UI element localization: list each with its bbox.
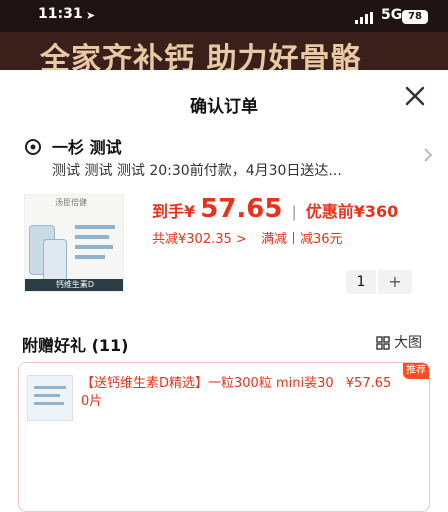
original-price: ¥360 xyxy=(353,202,399,221)
increment-button[interactable]: + xyxy=(378,270,412,294)
promo-row[interactable]: 共减¥302.35 > 满减 减36元 xyxy=(152,228,343,247)
thumb-caption: 钙维生素D xyxy=(25,279,123,291)
coupon-a: 满减 xyxy=(260,232,287,247)
gift-name-tail: mini装30 xyxy=(275,376,334,391)
signal-icon xyxy=(355,12,377,24)
banner-headline: 全家齐补钙 助力好骨骼 xyxy=(40,42,362,70)
price-label: 到手 xyxy=(152,202,185,221)
sheet-title: 确认订单 xyxy=(190,97,258,117)
thumb-brand-text: 汤臣倍健 xyxy=(55,198,87,207)
price-currency: ¥ xyxy=(184,202,196,221)
close-icon[interactable] xyxy=(401,82,429,110)
coupon-b: 减36元 xyxy=(299,232,343,247)
location-pin-icon xyxy=(25,139,41,155)
gift-name-line2: 0片 xyxy=(81,394,103,409)
grid-view-icon[interactable] xyxy=(376,336,390,350)
final-price: 57.65 xyxy=(200,194,283,224)
price-separator: | xyxy=(291,203,297,221)
address-name[interactable]: 一杉 测试 xyxy=(52,134,122,158)
bottle-image xyxy=(43,239,67,283)
discount-total[interactable]: 共减¥302.35 > xyxy=(152,232,247,247)
battery-icon: 78 xyxy=(402,10,428,24)
status-bar: 11:31 ➤ 5G 78 xyxy=(0,0,448,32)
gift-item-card[interactable]: 推荐 【送钙维生素D精选】一粒300粒 mini装30 ¥57.65 0片 xyxy=(18,362,430,512)
divider xyxy=(292,232,294,244)
network-label: 5G xyxy=(381,7,403,23)
chevron-right-icon[interactable] xyxy=(422,146,434,164)
original-price-label: 优惠前 xyxy=(305,202,354,221)
address-detail[interactable]: 测试 测试 测试 20:30前付款，4月30日送达... xyxy=(52,160,412,180)
product-thumbnail[interactable]: 汤臣倍健 钙维生素D xyxy=(24,194,124,292)
section-title-text: 附赠好礼 xyxy=(22,336,87,355)
gift-price: ¥57.65 xyxy=(345,376,392,391)
section-count: (11) xyxy=(91,336,129,355)
status-time: 11:31 xyxy=(38,6,83,22)
gift-name: 【送钙维生素D精选】一粒300粒 xyxy=(81,376,272,391)
section-title: 附赠好礼 (11) xyxy=(22,332,128,356)
quantity-stepper[interactable]: 1 + xyxy=(346,270,416,294)
price-row: 到手¥ 57.65 | 优惠前¥360 xyxy=(152,194,398,224)
quantity-value[interactable]: 1 xyxy=(346,270,376,294)
location-arrow-icon: ➤ xyxy=(86,9,96,22)
order-confirm-sheet: 确认订单 一杉 测试 测试 测试 测试 20:30前付款，4月30日送达... … xyxy=(0,70,448,512)
store-banner: 全家齐补钙 助力好骨骼 xyxy=(0,32,448,70)
gift-thumbnail xyxy=(27,375,73,421)
gift-description: 【送钙维生素D精选】一粒300粒 mini装30 ¥57.65 0片 xyxy=(81,375,411,411)
large-view-toggle[interactable]: 大图 xyxy=(394,332,422,352)
